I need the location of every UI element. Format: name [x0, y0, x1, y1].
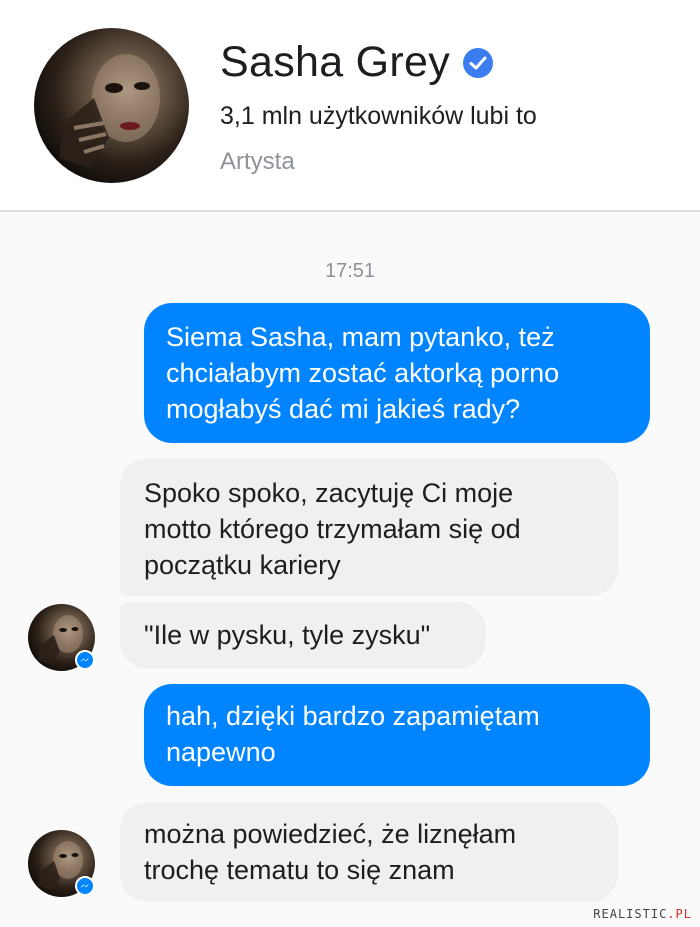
watermark-suffix: .PL	[667, 907, 692, 921]
outgoing-message-bubble[interactable]: hah, dzięki bardzo zapamiętam napewno	[144, 684, 650, 786]
incoming-message-bubble[interactable]: "Ile w pysku, tyle zysku"	[120, 602, 486, 669]
site-watermark: REALISTIC.PL	[593, 907, 692, 921]
profile-category: Artysta	[220, 148, 295, 175]
verified-badge-icon	[462, 47, 494, 79]
message-timestamp: 17:51	[324, 260, 376, 282]
incoming-message-bubble[interactable]: Spoko spoko, zacytuję Ci moje motto któr…	[120, 458, 618, 596]
avatar-portrait-icon	[59, 54, 160, 168]
profile-likes-count: 3,1 mln użytkowników lubi to	[220, 102, 537, 130]
incoming-message-bubble[interactable]: można powiedzieć, że liznęłam trochę tem…	[120, 802, 618, 902]
profile-name-row: Sasha Grey	[220, 38, 494, 87]
messenger-badge-icon	[75, 876, 95, 896]
profile-avatar[interactable]	[34, 28, 189, 183]
messenger-badge-icon	[75, 650, 95, 670]
messenger-screen: Sasha Grey 3,1 mln użytkowników lubi to …	[0, 0, 700, 927]
watermark-main: REALISTIC	[593, 907, 668, 921]
profile-header: Sasha Grey 3,1 mln użytkowników lubi to …	[0, 0, 700, 212]
profile-name[interactable]: Sasha Grey	[220, 38, 450, 87]
outgoing-message-bubble[interactable]: Siema Sasha, mam pytanko, też chciałabym…	[144, 303, 650, 443]
